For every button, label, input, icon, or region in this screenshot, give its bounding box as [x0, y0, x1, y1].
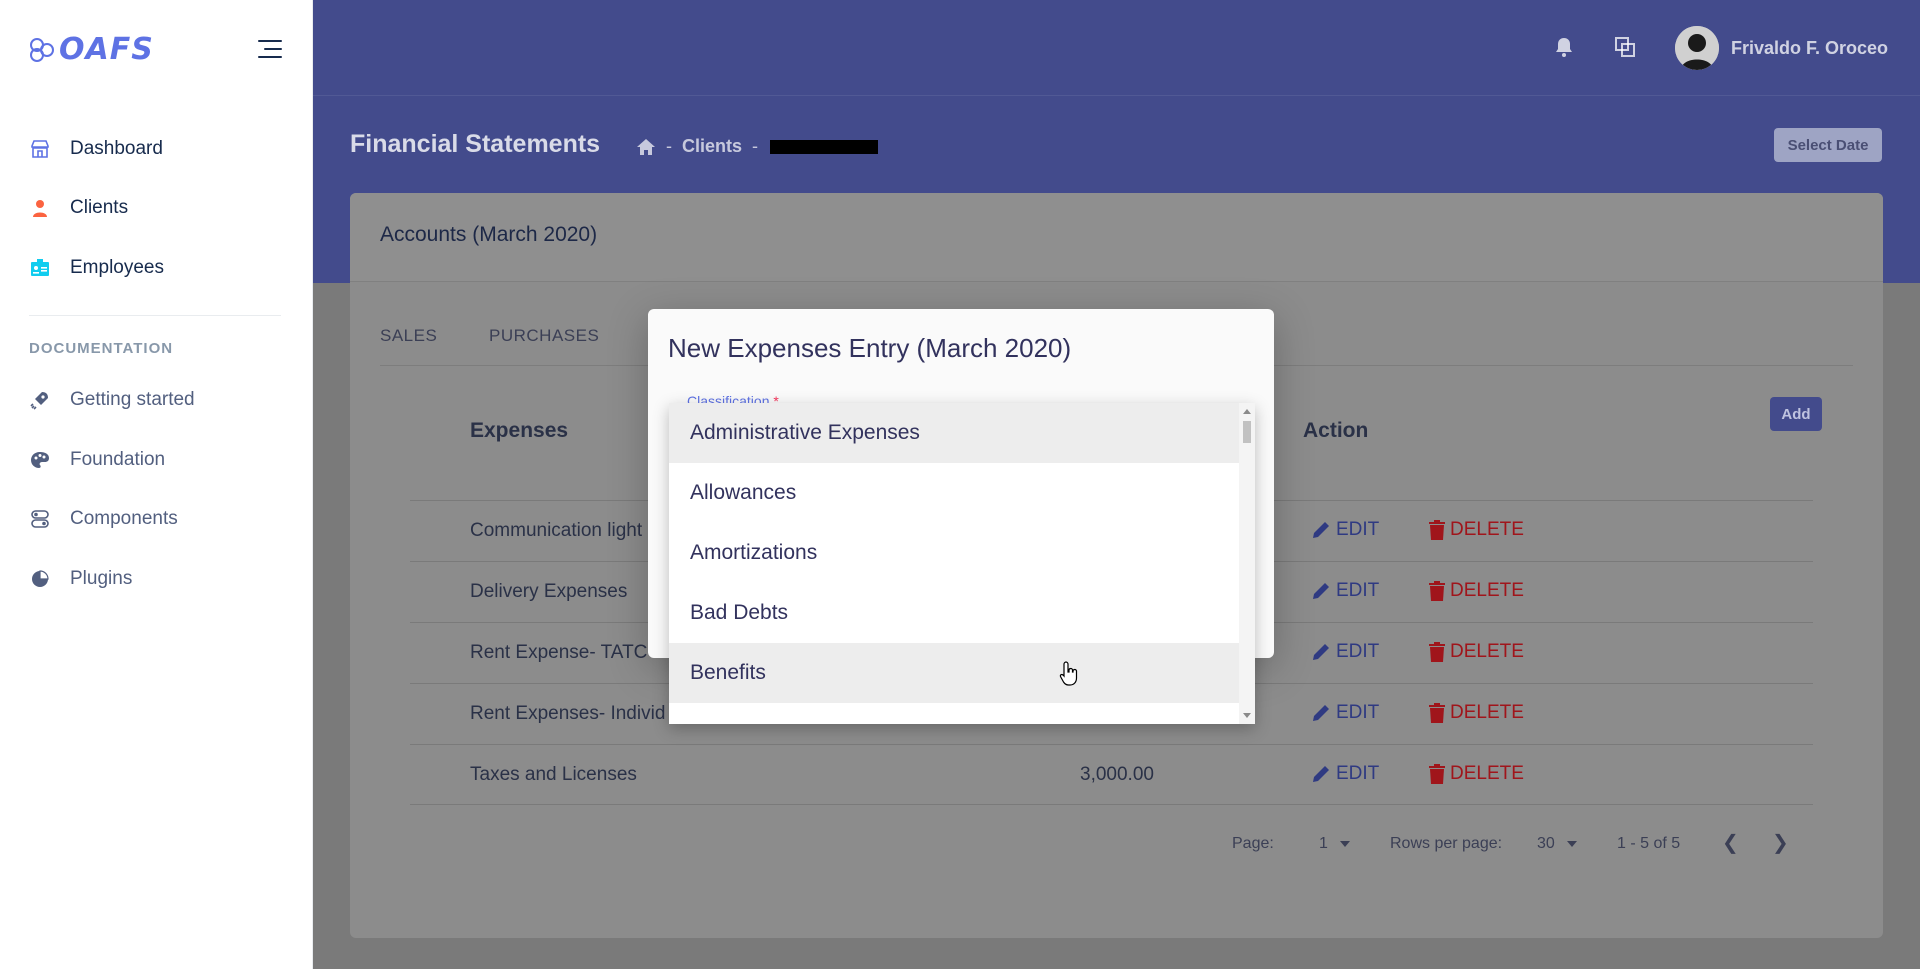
breadcrumb-separator: -	[752, 136, 759, 156]
modal-title: New Expenses Entry (March 2020)	[668, 333, 1072, 363]
id-card-icon	[29, 257, 51, 279]
brand-logo[interactable]: OAFS	[29, 32, 154, 67]
pencil-icon	[1313, 583, 1329, 599]
edit-button[interactable]: EDIT	[1310, 763, 1379, 785]
pagination-range: 1 - 5 of 5	[1617, 835, 1681, 852]
breadcrumb: - Clients -	[636, 136, 879, 157]
option-administrative-expenses[interactable]: Administrative Expenses	[669, 403, 1239, 463]
expense-name: Rent Expense- TATC	[470, 642, 648, 663]
delete-button[interactable]: DELETE	[1428, 519, 1524, 541]
bell-icon[interactable]	[1554, 36, 1576, 58]
sidebar-item-getting-started[interactable]: Getting started	[29, 385, 195, 415]
sidebar-item-label: Components	[70, 508, 178, 529]
user-name[interactable]: Frivaldo F. Oroceo	[1731, 38, 1888, 59]
card-title: Accounts (March 2020)	[380, 223, 598, 246]
breadcrumb-clients[interactable]: Clients	[682, 136, 742, 157]
brand-name: OAFS	[59, 32, 154, 67]
caret-down-icon	[1340, 840, 1351, 847]
page-label: Page:	[1232, 835, 1274, 852]
logo-icon	[30, 37, 54, 62]
rows-per-page-select[interactable]: 30	[1537, 835, 1578, 853]
topbar-divider	[313, 95, 1920, 96]
ui-components-icon	[29, 508, 51, 530]
sidebar-item-foundation[interactable]: Foundation	[29, 445, 165, 475]
option-benefits[interactable]: Benefits	[669, 643, 1239, 703]
option-allowances[interactable]: Allowances	[669, 463, 1239, 523]
option-bad-debts[interactable]: Bad Debts	[669, 583, 1239, 643]
caret-down-icon	[1567, 840, 1578, 847]
edit-button[interactable]: EDIT	[1310, 641, 1379, 663]
sidebar-item-label: Foundation	[70, 449, 166, 470]
dropdown-scrollbar[interactable]	[1239, 403, 1255, 724]
redacted-client-name	[770, 139, 879, 154]
scroll-up-icon[interactable]	[1243, 409, 1251, 414]
delete-button[interactable]: DELETE	[1428, 702, 1524, 724]
page-select[interactable]: 1	[1319, 835, 1351, 853]
delete-button[interactable]: DELETE	[1428, 641, 1524, 663]
sidebar-item-dashboard[interactable]: Dashboard	[29, 134, 163, 164]
table-row: Taxes and Licenses 3,000.00 EDIT DELETE	[410, 744, 1813, 805]
chevron-right-icon[interactable]: ❯	[1772, 830, 1789, 855]
breadcrumb-separator: -	[666, 136, 672, 156]
palette-icon	[29, 449, 51, 471]
sidebar-item-label: Employees	[70, 257, 164, 278]
trash-icon	[1429, 581, 1445, 601]
pencil-icon	[1313, 766, 1329, 782]
card-header: Accounts (March 2020)	[350, 193, 1883, 282]
sidebar-item-components[interactable]: Components	[29, 504, 178, 534]
store-icon	[29, 138, 51, 160]
expense-name: Taxes and Licenses	[470, 764, 637, 785]
column-header-action: Action	[1303, 419, 1369, 442]
chevron-left-icon[interactable]: ❮	[1722, 830, 1739, 855]
rocket-icon	[29, 389, 51, 411]
sidebar-item-label: Getting started	[70, 389, 195, 410]
tab-sales[interactable]: SALES	[380, 326, 437, 346]
sidebar-toggle-icon[interactable]	[258, 40, 282, 58]
add-button[interactable]: Add	[1770, 397, 1822, 431]
pencil-icon	[1313, 522, 1329, 538]
edit-button[interactable]: EDIT	[1310, 519, 1379, 541]
expense-name: Delivery Expenses	[470, 581, 628, 602]
sidebar-heading: DOCUMENTATION	[29, 340, 174, 357]
sidebar-item-clients[interactable]: Clients	[29, 193, 128, 223]
sidebar-item-label: Plugins	[70, 568, 133, 589]
delete-button[interactable]: DELETE	[1428, 763, 1524, 785]
rows-per-page-label: Rows per page:	[1390, 835, 1503, 852]
trash-icon	[1429, 520, 1445, 540]
expense-name: Rent Expenses- Individ	[470, 703, 666, 724]
column-header-expenses: Expenses	[470, 419, 569, 442]
expense-name: Communication light	[470, 520, 643, 541]
page-title: Financial Statements	[350, 130, 601, 158]
sidebar-item-employees[interactable]: Employees	[29, 253, 164, 283]
select-date-button[interactable]: Select Date	[1774, 128, 1882, 162]
hand-cursor-icon	[1059, 661, 1078, 686]
sidebar-item-label: Clients	[70, 197, 129, 218]
classification-dropdown[interactable]: Administrative Expenses Allowances Amort…	[669, 403, 1255, 724]
sidebar-divider	[29, 315, 281, 316]
expense-amount: 3,000.00	[1080, 764, 1154, 785]
avatar[interactable]	[1675, 26, 1719, 70]
pencil-icon	[1313, 705, 1329, 721]
pencil-icon	[1313, 644, 1329, 660]
scroll-thumb[interactable]	[1243, 421, 1251, 443]
trash-icon	[1429, 764, 1445, 784]
trash-icon	[1429, 703, 1445, 723]
edit-button[interactable]: EDIT	[1310, 580, 1379, 602]
tab-purchases[interactable]: PURCHASES	[489, 326, 599, 346]
edit-button[interactable]: EDIT	[1310, 702, 1379, 724]
person-icon	[29, 197, 51, 219]
sidebar-item-label: Dashboard	[70, 138, 163, 159]
sidebar: OAFS Dashboard Clients Employees DOCUMEN…	[0, 0, 313, 969]
home-icon[interactable]	[636, 138, 656, 156]
trash-icon	[1429, 642, 1445, 662]
sidebar-item-plugins[interactable]: Plugins	[29, 564, 132, 594]
windows-icon[interactable]	[1614, 36, 1636, 58]
option-amortizations[interactable]: Amortizations	[669, 523, 1239, 583]
delete-button[interactable]: DELETE	[1428, 580, 1524, 602]
pie-chart-icon	[29, 568, 51, 590]
scroll-down-icon[interactable]	[1243, 713, 1251, 718]
